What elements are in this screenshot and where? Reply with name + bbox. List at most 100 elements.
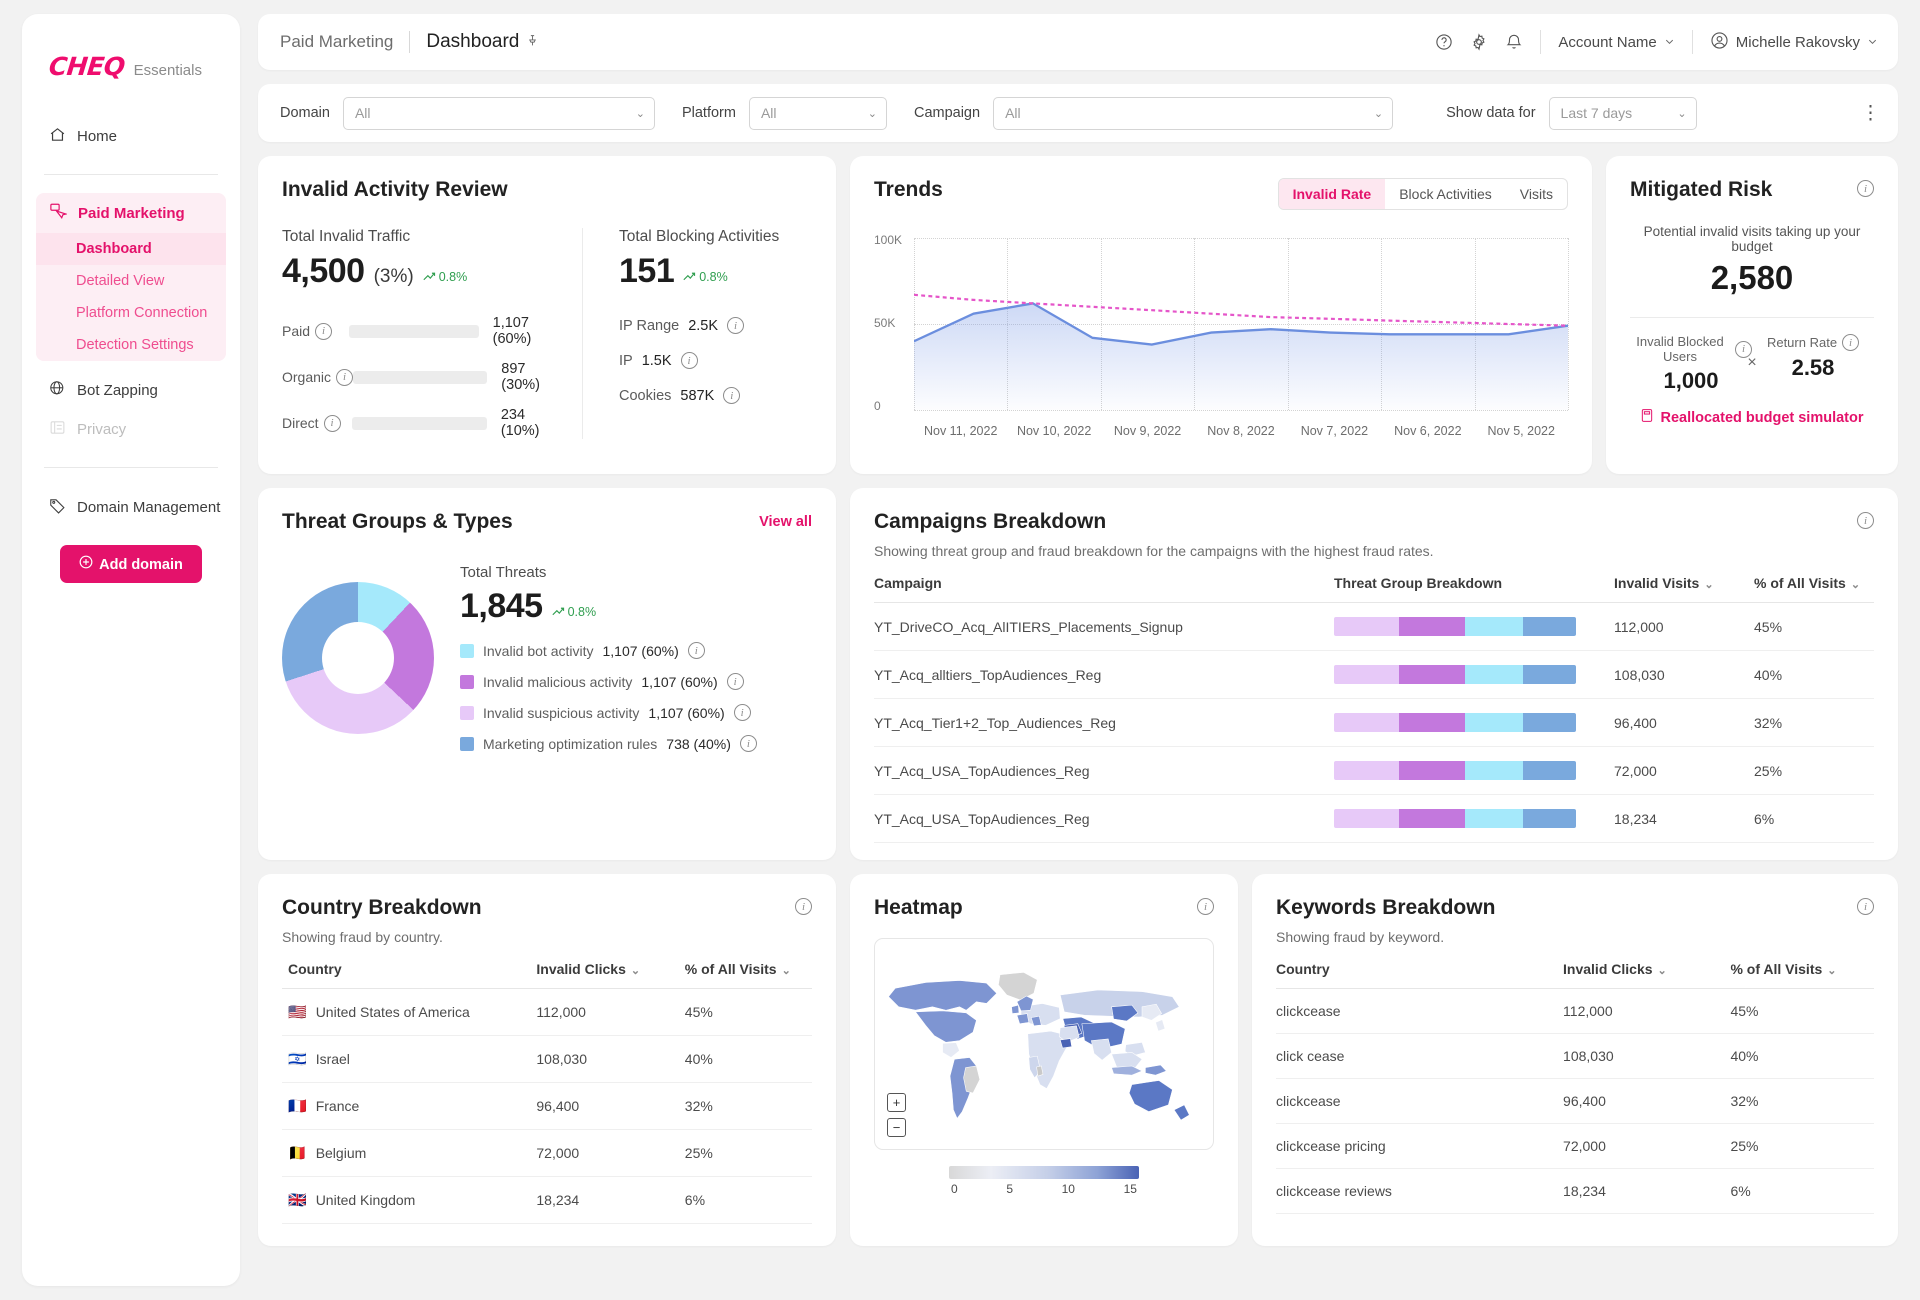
chevron-down-icon: ⌄ — [1657, 965, 1667, 977]
user-menu[interactable]: Michelle Rakovsky — [1710, 31, 1878, 54]
campaign-filter-select[interactable]: All ⌄ — [993, 96, 1394, 130]
table-row[interactable]: YT_DriveCO_Acq_AlITIERS_Placements_Signu… — [874, 602, 1874, 651]
cell-pct: 45% — [684, 988, 812, 1036]
cell-pct: 32% — [1730, 1078, 1874, 1124]
table-row[interactable]: YT_Acq_Tier1+2_Top_Audiences_Reg 96,400 32… — [874, 698, 1874, 747]
cell-threat-breakdown — [1334, 602, 1614, 651]
info-icon[interactable]: i — [680, 352, 698, 369]
legend-swatch — [460, 674, 474, 689]
table-row[interactable]: 🇮🇱 Israel 108,030 40% — [282, 1035, 812, 1083]
cell-pct: 40% — [684, 1035, 812, 1083]
col-pct-all-visits[interactable]: % of All Visits ⌄ — [684, 961, 812, 989]
table-row[interactable]: 🇫🇷 France 96,400 32% — [282, 1082, 812, 1130]
table-row[interactable]: YT_Acq_USA_TopAudiences_Reg 18,234 6% — [874, 794, 1874, 843]
tab-block-activities[interactable]: Block Activities — [1385, 179, 1506, 209]
info-icon[interactable]: i — [733, 704, 751, 721]
threat-segment — [1464, 761, 1523, 780]
platform-filter-select[interactable]: All ⌄ — [748, 96, 887, 130]
cell-pct: 40% — [1754, 650, 1874, 699]
globe-icon — [49, 380, 66, 401]
sidebar-item-paid-marketing[interactable]: Paid Marketing — [36, 193, 226, 233]
info-icon[interactable]: i — [336, 368, 354, 386]
domain-filter-select[interactable]: All ⌄ — [342, 96, 655, 130]
more-options-icon[interactable]: ⋮ — [1861, 104, 1880, 123]
table-row[interactable]: clickcease 112,000 45% — [1276, 988, 1874, 1034]
cell-invalid-clicks: 96,400 — [536, 1082, 685, 1130]
tab-visits[interactable]: Visits — [1506, 179, 1567, 209]
info-icon[interactable]: i — [723, 387, 741, 404]
total-invalid-traffic-value: 4,500 — [282, 252, 365, 290]
info-icon[interactable]: i — [795, 898, 812, 915]
info-icon[interactable]: i — [315, 322, 333, 340]
info-icon[interactable]: i — [1857, 512, 1874, 529]
total-threats-delta: 0.8% — [552, 605, 596, 619]
pin-icon[interactable] — [526, 34, 539, 50]
threat-segment — [1522, 713, 1576, 732]
add-domain-button[interactable]: Add domain — [60, 545, 202, 583]
add-domain-label: Add domain — [99, 557, 183, 573]
sidebar-item-dashboard[interactable]: Dashboard — [36, 233, 226, 265]
cell-campaign: YT_Acq_alltiers_TopAudiences_Reg — [874, 650, 1334, 699]
table-row[interactable]: clickcease reviews 18,234 6% — [1276, 1168, 1874, 1214]
sidebar-item-detailed-view[interactable]: Detailed View — [36, 265, 226, 297]
zoom-in-button[interactable]: + — [887, 1093, 906, 1112]
gear-icon[interactable] — [1470, 33, 1488, 51]
invalid-blocked-users-metric: Invalid Blocked Users i 1,000 — [1630, 334, 1752, 394]
table-row[interactable]: 🇺🇸 United States of America 112,000 45% — [282, 988, 812, 1036]
col-invalid-clicks[interactable]: Invalid Clicks ⌄ — [536, 961, 685, 989]
table-row[interactable]: clickcease pricing 72,000 25% — [1276, 1123, 1874, 1169]
campaigns-subtitle: Showing threat group and fraud breakdown… — [874, 543, 1434, 559]
table-row[interactable]: clickcease 96,400 32% — [1276, 1078, 1874, 1124]
home-icon — [49, 126, 66, 147]
info-icon[interactable]: i — [687, 642, 705, 659]
y-tick-50k: 50K — [874, 316, 896, 330]
bell-icon[interactable] — [1505, 33, 1523, 51]
cell-invalid-clicks: 72,000 — [536, 1129, 685, 1177]
table-row[interactable]: 🇬🇧 United Kingdom 18,234 6% — [282, 1176, 812, 1224]
col-pct-all-visits[interactable]: % of All Visits ⌄ — [1730, 961, 1874, 989]
info-icon[interactable]: i — [323, 414, 341, 432]
table-row[interactable]: 🇧🇪 Belgium 72,000 25% — [282, 1129, 812, 1177]
table-row[interactable]: click cease 108,030 40% — [1276, 1033, 1874, 1079]
help-icon[interactable] — [1435, 33, 1453, 51]
world-map[interactable]: + − — [874, 938, 1214, 1150]
table-header-row: Campaign Threat Group Breakdown Invalid … — [874, 575, 1874, 603]
sidebar-item-privacy[interactable]: Privacy — [22, 410, 240, 449]
threat-segment — [1334, 761, 1400, 780]
info-icon[interactable]: i — [727, 317, 745, 334]
blocking-delta: 0.8% — [683, 270, 728, 284]
breadcrumb-parent[interactable]: Paid Marketing — [280, 32, 393, 52]
sidebar-item-domain-management[interactable]: Domain Management — [22, 488, 240, 527]
info-icon[interactable]: i — [739, 735, 757, 752]
date-range-select[interactable]: Last 7 days ⌄ — [1548, 96, 1697, 130]
sidebar-item-home[interactable]: Home — [22, 117, 240, 156]
col-pct-all-visits[interactable]: % of All Visits ⌄ — [1754, 575, 1874, 603]
sidebar-item-detection-settings[interactable]: Detection Settings — [36, 329, 226, 361]
table-row[interactable]: YT_Acq_USA_TopAudiences_Reg 72,000 25% — [874, 746, 1874, 795]
cursor-click-icon — [49, 202, 69, 224]
sidebar-item-platform-connection[interactable]: Platform Connection — [36, 297, 226, 329]
zoom-out-button[interactable]: − — [887, 1118, 906, 1137]
col-invalid-clicks[interactable]: Invalid Clicks ⌄ — [1563, 961, 1731, 989]
info-icon[interactable]: i — [1857, 180, 1874, 197]
account-selector[interactable]: Account Name — [1558, 34, 1674, 51]
tab-invalid-rate[interactable]: Invalid Rate — [1278, 179, 1386, 209]
metric-label: Return Rate — [1766, 335, 1838, 350]
col-invalid-visits[interactable]: Invalid Visits ⌄ — [1614, 575, 1754, 603]
reallocated-budget-simulator-link[interactable]: Reallocated budget simulator — [1630, 408, 1874, 427]
total-blocking-activities-block: Total Blocking Activities 151 0.8% IP Ra… — [582, 228, 779, 439]
table-row[interactable]: YT_Acq_alltiers_TopAudiences_Reg 108,030 4… — [874, 650, 1874, 699]
cell-country: 🇧🇪 Belgium — [282, 1129, 537, 1177]
invalid-activity-body: Total Invalid Traffic 4,500 (3%) 0.8% Pa… — [282, 228, 812, 439]
info-icon[interactable]: i — [1857, 898, 1874, 915]
view-all-link[interactable]: View all — [759, 514, 812, 530]
campaigns-table: Campaign Threat Group Breakdown Invalid … — [874, 575, 1874, 843]
info-icon[interactable]: i — [1842, 334, 1860, 351]
logo-subtitle: Essentials — [133, 62, 202, 79]
sidebar-item-bot-zapping[interactable]: Bot Zapping — [22, 371, 240, 410]
heatmap-scale-ticks: 0 5 10 15 — [949, 1182, 1139, 1196]
cell-pct: 25% — [684, 1129, 812, 1177]
chevron-down-icon — [1664, 34, 1675, 51]
info-icon[interactable]: i — [726, 673, 744, 690]
info-icon[interactable]: i — [1197, 898, 1214, 915]
